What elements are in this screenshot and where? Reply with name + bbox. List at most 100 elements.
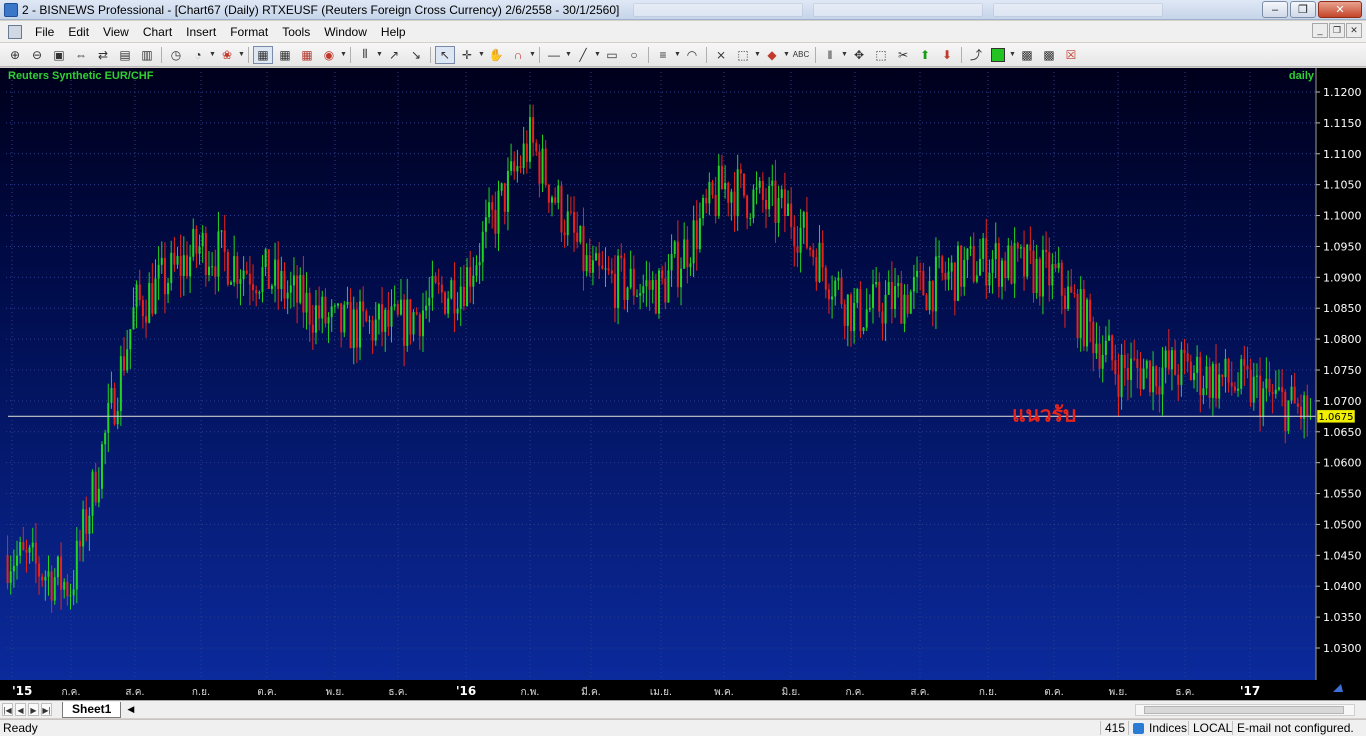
candle-body — [1098, 343, 1101, 369]
menu-format[interactable]: Format — [223, 25, 275, 39]
candle-body — [834, 280, 837, 297]
dropdown-icon[interactable]: ▼ — [209, 51, 216, 58]
mdi-restore-icon[interactable]: ❐ — [1329, 23, 1345, 38]
dropdown-icon[interactable]: ▼ — [376, 51, 383, 58]
magnet-icon[interactable]: ∩ — [508, 46, 528, 64]
dropdown-icon[interactable]: ▼ — [478, 51, 485, 58]
gann-icon[interactable]: ⨯ — [711, 46, 731, 64]
document-icon[interactable] — [8, 24, 22, 39]
sheet-tab[interactable]: Sheet1 — [62, 701, 122, 718]
zoom-out-icon[interactable]: ⊖ — [27, 46, 47, 64]
dropdown-icon[interactable]: ▼ — [1009, 51, 1016, 58]
mdi-minimize-icon[interactable]: _ — [1312, 23, 1328, 38]
scroll-icon[interactable]: ⇄ — [93, 46, 113, 64]
scrollbar-thumb[interactable] — [1144, 706, 1344, 714]
sheet-grid-icon[interactable]: ▦ — [297, 46, 317, 64]
menu-chart[interactable]: Chart — [136, 25, 179, 39]
candle-body — [865, 309, 868, 328]
fit-icon[interactable]: ▤ — [115, 46, 135, 64]
layout-alt-icon[interactable]: ▩ — [1039, 46, 1059, 64]
dropdown-icon[interactable]: ▼ — [841, 51, 848, 58]
color-swatch-icon[interactable] — [988, 46, 1008, 64]
indicator-icon[interactable]: ⤴ — [966, 46, 986, 64]
ellipse-icon[interactable]: ○ — [624, 46, 644, 64]
menu-file[interactable]: File — [28, 25, 61, 39]
candle-body — [75, 540, 78, 590]
move-icon[interactable]: ✥ — [849, 46, 869, 64]
record-icon[interactable]: ◉ — [319, 46, 339, 64]
dropdown-icon[interactable]: ▼ — [529, 51, 536, 58]
dropdown-icon[interactable]: ▼ — [674, 51, 681, 58]
last-sheet-icon[interactable]: ▶| — [41, 703, 52, 716]
dropdown-icon[interactable]: ▼ — [238, 51, 245, 58]
up-arrow-icon[interactable]: ⬆ — [915, 46, 935, 64]
trend-line-icon[interactable]: ╱ — [573, 46, 593, 64]
down-arrow-icon[interactable]: ⬇ — [937, 46, 957, 64]
scissors-icon[interactable]: ✂ — [893, 46, 913, 64]
arc-icon[interactable]: ◠ — [682, 46, 702, 64]
grid-icon[interactable]: ▦ — [253, 45, 273, 64]
restore-icon[interactable]: ❐ — [1290, 1, 1316, 18]
zoom-box-icon[interactable]: ▣ — [49, 46, 69, 64]
horizontal-scrollbar[interactable] — [1135, 704, 1355, 716]
pointer-icon[interactable]: ↖ — [435, 45, 455, 64]
cycle-lines-icon[interactable]: ‖ — [820, 46, 840, 64]
menu-insert[interactable]: Insert — [179, 25, 223, 39]
candle-body — [311, 324, 314, 333]
select-area-icon[interactable]: ⬚ — [871, 46, 891, 64]
prev-sheet-icon[interactable]: ◀ — [15, 703, 26, 716]
candle-body — [362, 301, 365, 312]
dropdown-icon[interactable]: ▼ — [594, 51, 601, 58]
hand-icon[interactable]: ✋ — [486, 46, 506, 64]
menu-view[interactable]: View — [96, 25, 136, 39]
zoom-in-icon[interactable]: ⊕ — [5, 46, 25, 64]
candle-body — [683, 239, 686, 269]
menu-edit[interactable]: Edit — [61, 25, 96, 39]
dropdown-icon[interactable]: ▼ — [565, 51, 572, 58]
candle-body — [47, 571, 50, 577]
rectangle-icon[interactable]: ▭ — [602, 46, 622, 64]
tab-scroll-icon[interactable]: ◀ — [127, 704, 134, 715]
candle-body — [1019, 247, 1022, 249]
zoom-range-icon[interactable]: ⇔ — [71, 46, 91, 64]
line-chart-icon[interactable]: ↗ — [384, 46, 404, 64]
marker-icon[interactable]: ◆ — [762, 46, 782, 64]
full-view-icon[interactable]: ▥ — [137, 46, 157, 64]
candle-body — [129, 329, 132, 350]
candle-body — [557, 185, 560, 203]
next-sheet-icon[interactable]: ▶ — [28, 703, 39, 716]
layout-icon[interactable]: ▩ — [1017, 46, 1037, 64]
candle-body — [730, 191, 733, 203]
horizontal-line-icon[interactable]: — — [544, 46, 564, 64]
candle-body — [428, 297, 431, 306]
crosshair-icon[interactable]: ✛ — [457, 46, 477, 64]
minimize-icon[interactable]: – — [1262, 1, 1288, 18]
menu-help[interactable]: Help — [374, 25, 413, 39]
menu-window[interactable]: Window — [317, 25, 374, 39]
first-sheet-icon[interactable]: |◀ — [2, 703, 13, 716]
chart-type-icon[interactable]: ⫴ — [355, 46, 375, 64]
table-icon[interactable]: ▦ — [275, 46, 295, 64]
pattern-icon[interactable]: ⬚ — [733, 46, 753, 64]
chart-area[interactable]: แนวรับ 1.1200 1.1150 1.1100 1.1050 1.1000 1.0… — [0, 68, 1366, 700]
dropdown-icon[interactable]: ▼ — [340, 51, 347, 58]
dropdown-icon[interactable]: ▼ — [754, 51, 761, 58]
fibonacci-icon[interactable]: ≡ — [653, 46, 673, 64]
color-wheel-icon[interactable]: ❀ — [217, 46, 237, 64]
candle-body — [1252, 376, 1255, 403]
clock-icon[interactable]: ◷ — [166, 46, 186, 64]
dropdown-icon[interactable]: ▼ — [783, 51, 790, 58]
mdi-close-icon[interactable]: ✕ — [1346, 23, 1362, 38]
close-icon[interactable]: ✕ — [1318, 1, 1362, 18]
candle-body — [941, 256, 944, 273]
text-icon[interactable]: ABC — [791, 46, 811, 64]
x-tick-label: ธ.ค. — [1175, 687, 1194, 698]
price-chart[interactable]: แนวรับ 1.1200 1.1150 1.1100 1.1050 1.1000 1.0… — [0, 68, 1366, 700]
history-icon[interactable]: ◔ — [188, 46, 208, 64]
area-chart-icon[interactable]: ↘ — [406, 46, 426, 64]
menu-tools[interactable]: Tools — [275, 25, 317, 39]
candle-body — [947, 271, 950, 280]
delete-drawings-icon[interactable]: ☒ — [1061, 46, 1081, 64]
x-tick-label: ก.ค. — [845, 687, 864, 698]
candle-body — [733, 191, 736, 217]
